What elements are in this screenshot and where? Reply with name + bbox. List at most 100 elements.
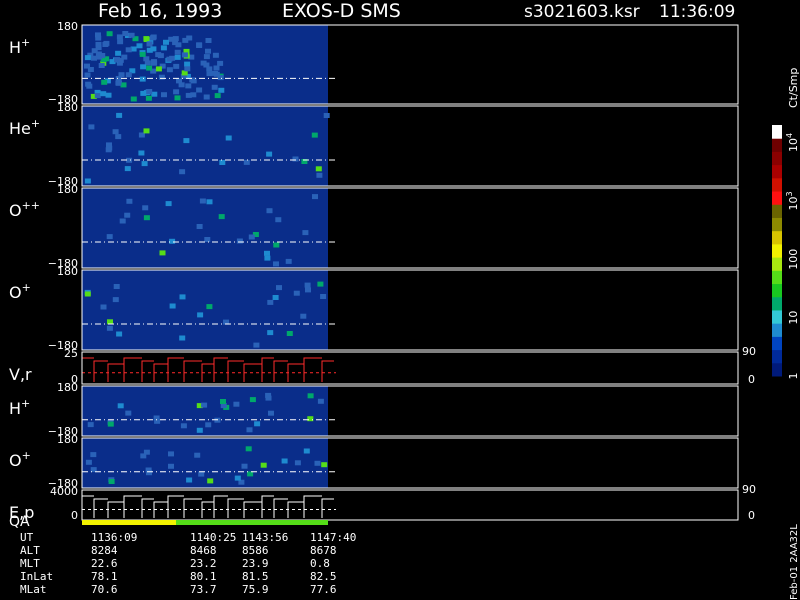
- heatmap-cell: [105, 92, 112, 98]
- heatmap-cell: [87, 422, 94, 428]
- heatmap-cell: [294, 460, 301, 466]
- heatmap-cell: [101, 79, 108, 85]
- y-max-label: 180: [57, 433, 78, 446]
- heatmap-cell: [275, 217, 282, 223]
- footer-row-name: ALT: [20, 544, 40, 557]
- heatmap-cell: [197, 312, 204, 318]
- panel-species-label: H+: [9, 36, 30, 57]
- colorbar-swatch: [772, 283, 782, 298]
- panel-frame: [81, 351, 739, 385]
- heatmap-cell: [85, 459, 92, 465]
- colorbar-swatch: [772, 164, 782, 179]
- heatmap-cell: [143, 128, 150, 134]
- heatmap-cell: [169, 238, 176, 244]
- heatmap-cell: [146, 41, 153, 47]
- footer-row-name: UT: [20, 531, 34, 544]
- colorbar-power-label: 103: [785, 191, 800, 210]
- heatmap-cell: [196, 43, 203, 48]
- panel-charge-label: +: [31, 117, 40, 130]
- heatmap-cell: [118, 72, 125, 78]
- colorbar-swatch: [772, 362, 782, 377]
- heatmap-cell: [225, 135, 232, 141]
- colorbar-swatch: [772, 138, 782, 152]
- colorbar-tick-label: 100: [787, 249, 800, 270]
- heatmap-cell: [253, 342, 260, 348]
- colorbar-swatch: [772, 323, 782, 337]
- header-date: Feb 16, 1993: [98, 0, 222, 22]
- heatmap-cell: [212, 52, 219, 58]
- heatmap-cell: [155, 66, 162, 72]
- heatmap-cell: [84, 291, 91, 297]
- heatmap-cell: [205, 422, 212, 428]
- heatmap-cell: [94, 93, 101, 99]
- heatmap-cell: [112, 129, 119, 135]
- colorbar-swatch: [772, 125, 782, 139]
- heatmap-cell: [174, 95, 181, 101]
- colorbar-swatch: [772, 336, 782, 351]
- heatmap-cell: [113, 284, 120, 289]
- footer-value: 81.5: [242, 570, 269, 583]
- y-max-label: 180: [57, 381, 78, 394]
- heatmap-cell: [115, 50, 122, 56]
- heatmap-cell: [179, 335, 186, 341]
- colorbar-swatch: [772, 243, 782, 258]
- heatmap-cell: [206, 199, 213, 205]
- heatmap-cell: [146, 65, 153, 71]
- heatmap-cell: [272, 295, 279, 300]
- heatmap-cell: [88, 124, 95, 130]
- heatmap-cell: [106, 234, 113, 240]
- footer-value: 8284: [91, 544, 118, 557]
- heatmap-cell: [285, 258, 292, 264]
- heatmap-cell: [276, 285, 282, 291]
- footer-row-name: MLat: [20, 583, 47, 596]
- heatmap-cell: [206, 304, 213, 310]
- footer-value: 73.7: [190, 583, 217, 596]
- footer-value: 23.9: [242, 557, 269, 570]
- heatmap-cell: [168, 463, 174, 469]
- panel-he1: He+180−180: [9, 101, 739, 188]
- heatmap-cell: [218, 87, 225, 93]
- colorbar-swatch: [772, 151, 782, 166]
- colorbar-power-exponent: 3: [785, 191, 794, 196]
- heatmap-cell: [268, 410, 274, 416]
- heatmap-cell: [312, 194, 318, 200]
- colorbar-swatch: [772, 204, 782, 218]
- heatmap-cell: [95, 35, 102, 41]
- colorbar-tick-label: 1: [787, 373, 800, 380]
- heatmap-cell: [100, 304, 107, 310]
- heatmap-cell: [236, 238, 243, 244]
- panel-species-label: O+: [9, 449, 31, 470]
- heatmap-cell: [206, 66, 213, 72]
- sms-spectrogram-plot: Feb 16, 1993 EXOS-D SMS s3021603.ksr 11:…: [9, 0, 800, 600]
- footer-vertical-note: Feb-01 2AA32L: [789, 524, 800, 600]
- footer-value: 0.8: [310, 557, 330, 570]
- heatmap-cell: [121, 54, 128, 60]
- y-max-label: 180: [57, 265, 78, 278]
- footer-value: 8586: [242, 544, 269, 557]
- heatmap-cell: [122, 31, 129, 36]
- heatmap-cell: [265, 395, 272, 401]
- heatmap-cell: [300, 313, 307, 319]
- heatmap-cell: [174, 54, 181, 60]
- footer-value: 77.6: [310, 583, 337, 596]
- heatmap-cell: [119, 218, 126, 224]
- heatmap-cell: [273, 261, 279, 267]
- panel-species-label: He+: [9, 117, 40, 138]
- panel-vr: 900V,r250: [9, 345, 756, 386]
- header-instrument: EXOS-D SMS: [282, 0, 401, 22]
- footer-value: 8468: [190, 544, 217, 557]
- panel-species-label: V,r: [9, 365, 32, 384]
- heatmap-cell: [146, 470, 152, 476]
- heatmap-cell: [100, 91, 107, 97]
- colorbar-swatch: [772, 349, 782, 364]
- heatmap-cell: [116, 331, 123, 337]
- panel-o1: O+180−180: [9, 265, 739, 352]
- heatmap-cell: [160, 45, 167, 51]
- heatmap-cell: [198, 471, 205, 477]
- heatmap-cell: [107, 421, 114, 427]
- heatmap-cell: [183, 138, 190, 144]
- footer-value: 70.6: [91, 583, 118, 596]
- right-bottom-label: 0: [748, 373, 755, 386]
- heatmap-cell: [317, 398, 324, 404]
- heatmap-cell: [165, 201, 172, 207]
